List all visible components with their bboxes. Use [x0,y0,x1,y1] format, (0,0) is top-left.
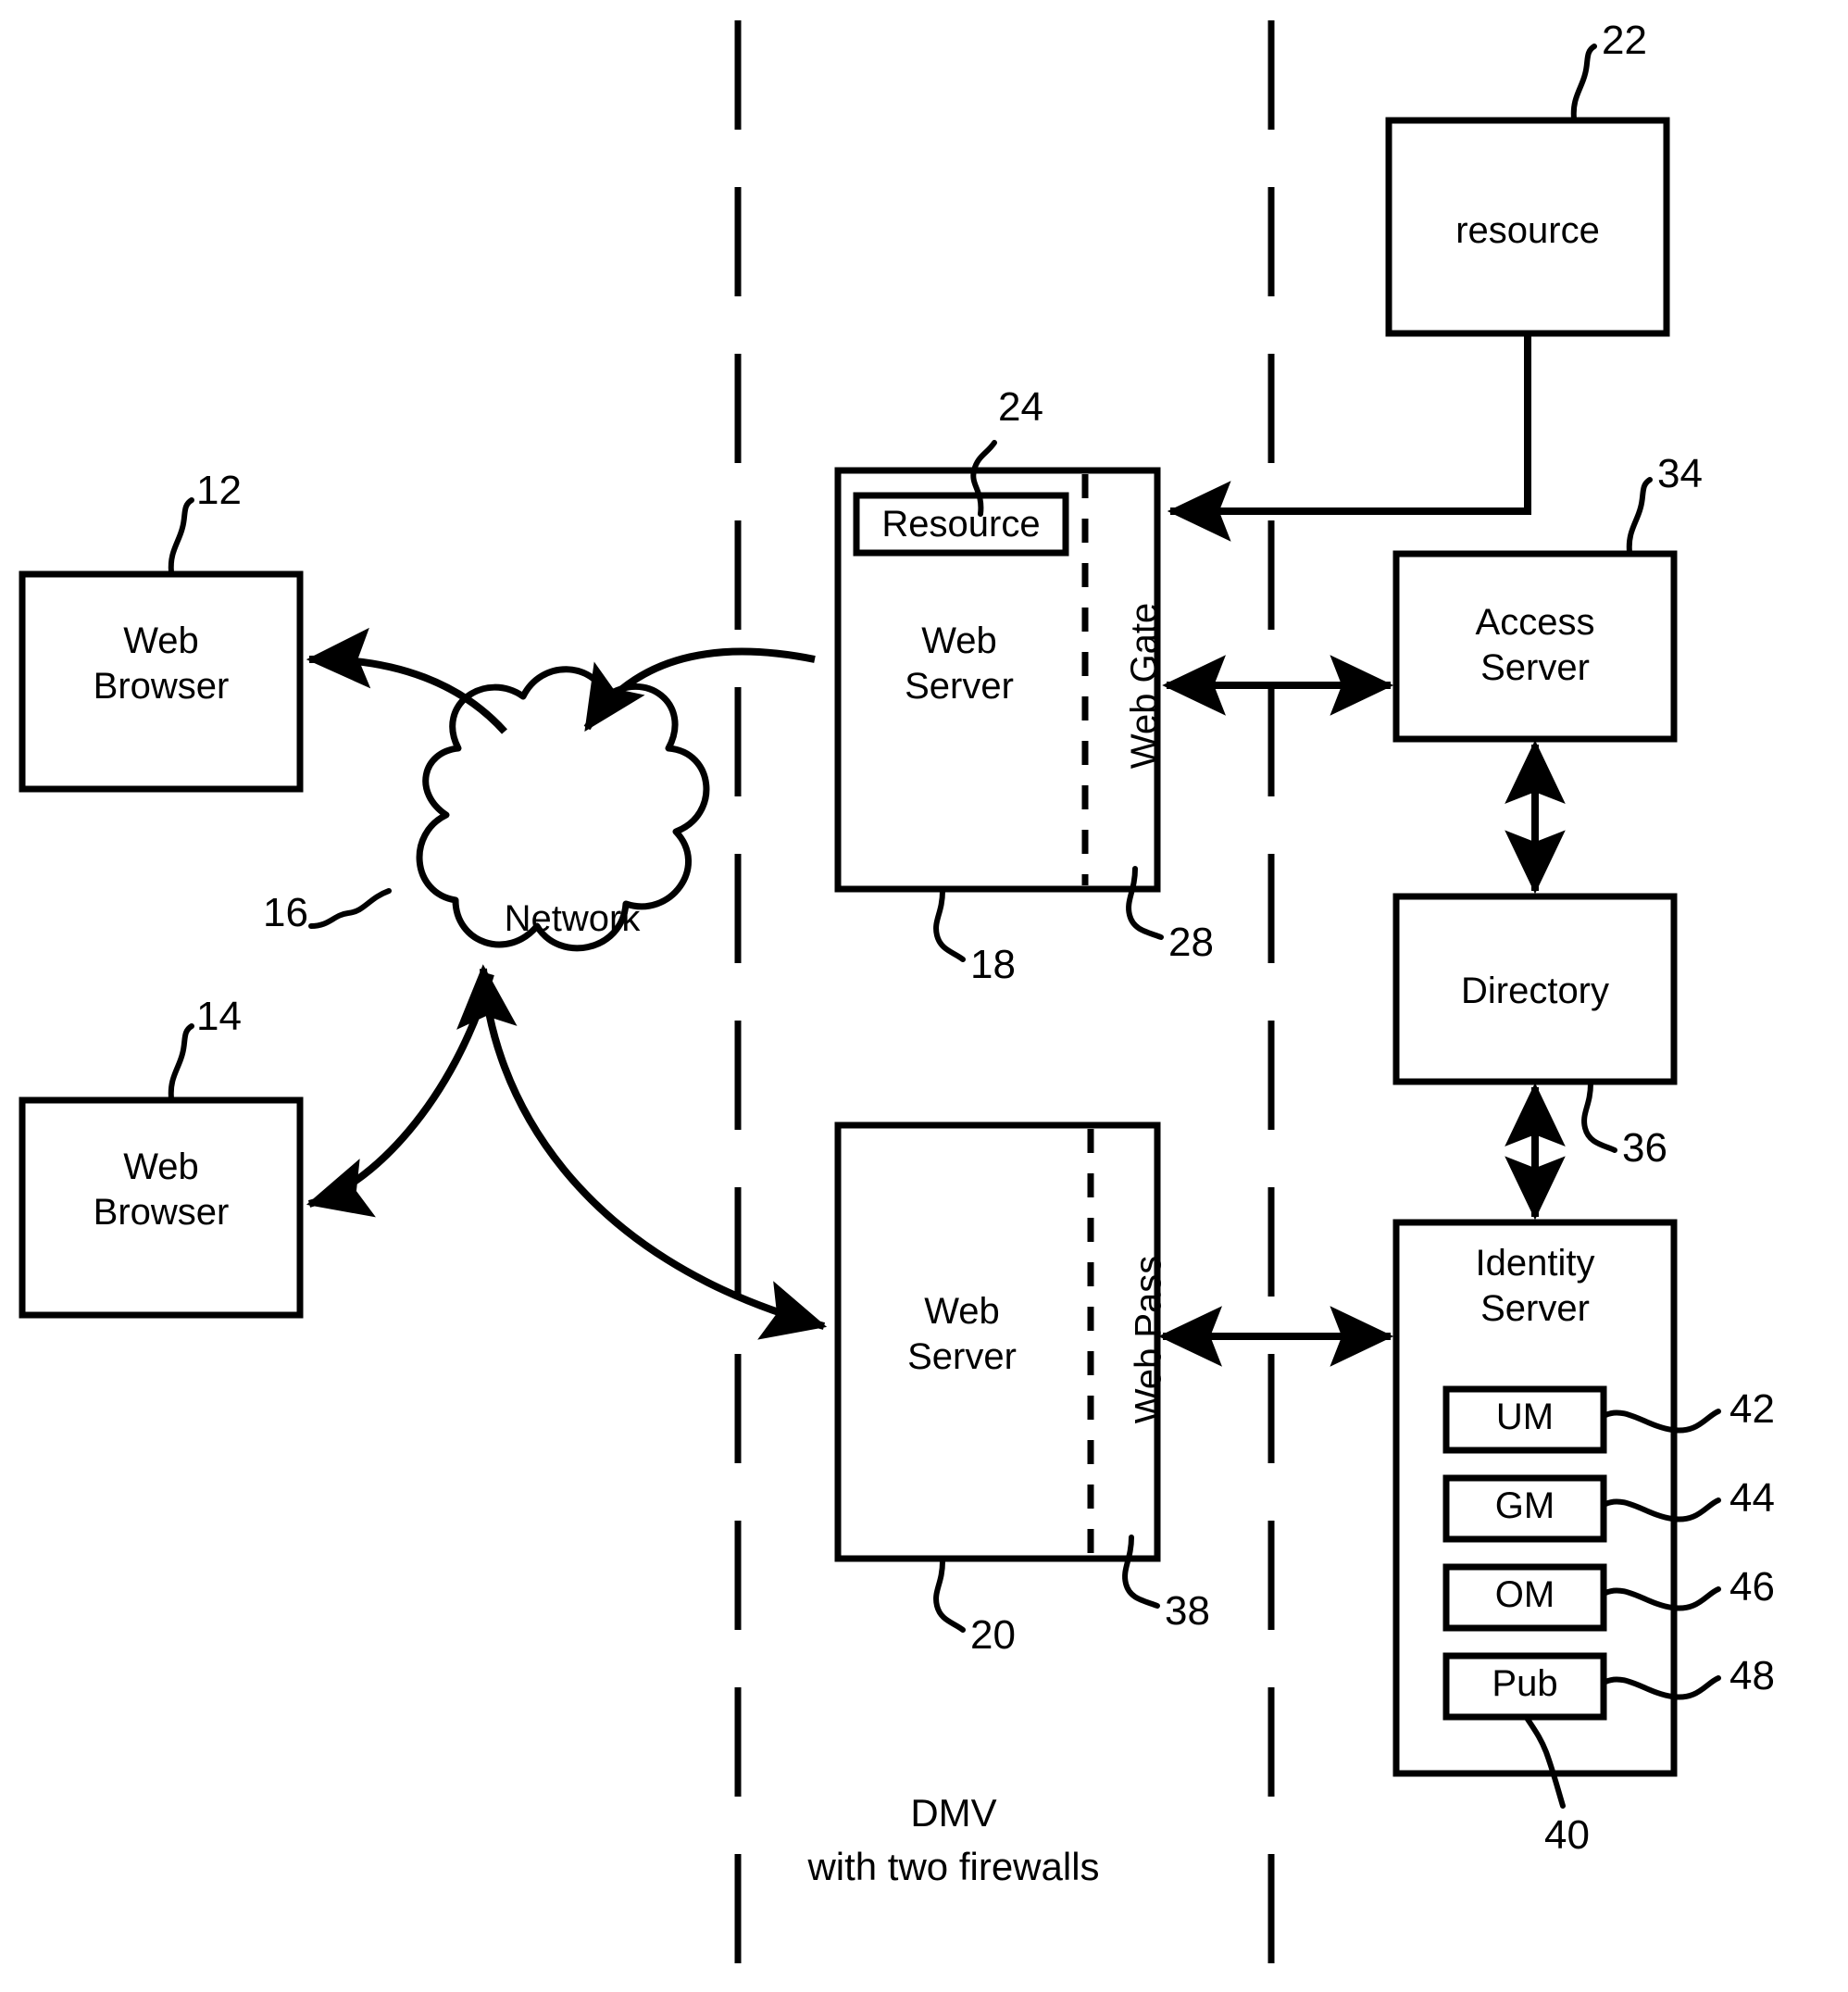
leader-12 [168,497,194,575]
ref-number-18: 18 [970,942,1016,987]
patent-figure-canvas: Web Browser 12 Web Browser 14 Network 16… [0,0,1848,1992]
resource-inner-label: Resource [881,504,1041,545]
leader-22 [1570,44,1597,121]
ref-number-12: 12 [196,468,242,513]
resource-external-box [1385,117,1670,337]
directory-box [1392,893,1678,1085]
web-browser-bottom-box [19,1096,304,1319]
leader-16 [308,888,392,929]
web-server-bottom-box [834,1121,1161,1562]
ref-number-48: 48 [1729,1653,1775,1698]
leader-34 [1626,477,1653,555]
um-label: UM [1495,1397,1555,1437]
pub-label: Pub [1492,1663,1558,1704]
web-gate-label: Web Gate [1124,602,1166,770]
arrow-browser14-to-network [456,964,828,1340]
ref-number-44: 44 [1729,1475,1775,1521]
leader-14 [168,1023,194,1101]
gm-label: GM [1494,1485,1555,1526]
ref-number-22: 22 [1602,18,1647,63]
ref-number-42: 42 [1729,1386,1775,1432]
ref-number-24: 24 [998,384,1043,430]
network-cloud [416,666,710,952]
ref-number-46: 46 [1729,1564,1775,1610]
om-label: OM [1494,1574,1555,1615]
figure-caption-line2: with two firewalls [807,1845,1100,1888]
leader-20 [933,1559,966,1633]
ref-number-16: 16 [263,890,308,935]
arrow-network-to-browser14 [306,972,494,1218]
access-server-box [1392,550,1678,743]
leader-18 [933,888,966,962]
ref-number-36: 36 [1622,1125,1667,1171]
ref-number-14: 14 [196,994,242,1039]
connector-resource-to-webgate [1167,333,1531,542]
ref-number-40: 40 [1544,1812,1590,1858]
figure-caption-line1: DMV [910,1791,997,1835]
leader-36 [1581,1081,1617,1153]
ref-number-28: 28 [1168,920,1214,965]
web-browser-top-box [19,570,304,793]
ref-number-20: 20 [970,1612,1016,1658]
web-pass-label: Web Pass [1128,1255,1169,1424]
ref-number-34: 34 [1657,451,1703,496]
ref-number-38: 38 [1165,1588,1210,1634]
